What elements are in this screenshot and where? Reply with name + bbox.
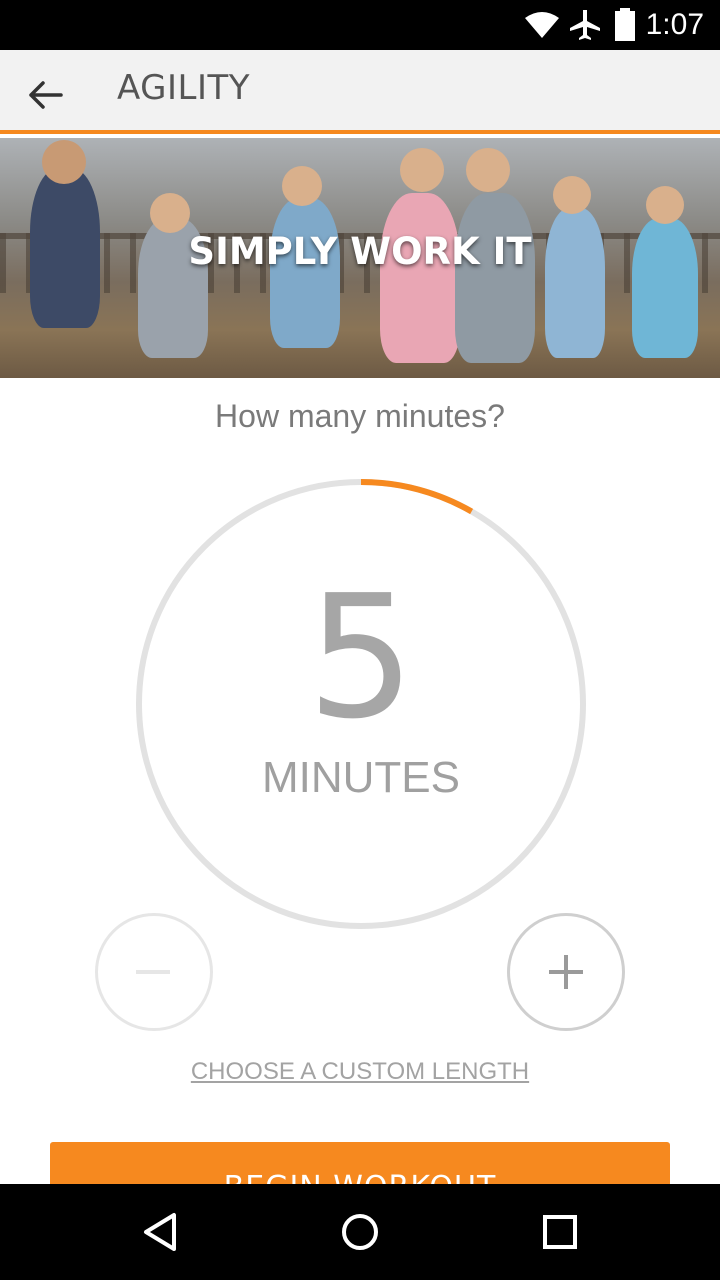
question-label: How many minutes? <box>215 398 505 434</box>
status-time: 1:07 <box>645 8 704 41</box>
minutes-unit-label: MINUTES <box>262 753 460 802</box>
nav-back-button[interactable] <box>130 1202 190 1262</box>
custom-length-link[interactable]: CHOOSE A CUSTOM LENGTH <box>0 1058 720 1086</box>
arrow-left-icon <box>29 81 63 109</box>
hero-banner: SIMPLY WORK IT <box>0 138 720 378</box>
status-bar: 1:07 <box>0 0 720 50</box>
home-circle-icon <box>342 1214 378 1250</box>
minus-icon <box>136 970 170 974</box>
hero-title: SIMPLY WORK IT <box>188 230 532 273</box>
airplane-icon <box>568 8 602 47</box>
page-title: AGILITY <box>117 68 251 108</box>
wifi-icon <box>524 10 560 45</box>
back-button[interactable] <box>20 70 70 120</box>
decrease-button[interactable] <box>95 913 213 1031</box>
nav-home-button[interactable] <box>330 1202 390 1262</box>
app-bar: AGILITY <box>0 50 720 134</box>
back-triangle-icon <box>144 1213 176 1251</box>
nav-recents-button[interactable] <box>530 1202 590 1262</box>
system-nav-bar <box>0 1184 720 1280</box>
recents-square-icon <box>543 1215 577 1249</box>
minutes-value: 5 <box>306 559 416 757</box>
plus-icon <box>549 955 583 989</box>
dial-progress-arc <box>360 479 474 515</box>
battery-icon <box>614 8 636 47</box>
minutes-dial[interactable]: 5 MINUTES <box>135 478 587 930</box>
increase-button[interactable] <box>507 913 625 1031</box>
